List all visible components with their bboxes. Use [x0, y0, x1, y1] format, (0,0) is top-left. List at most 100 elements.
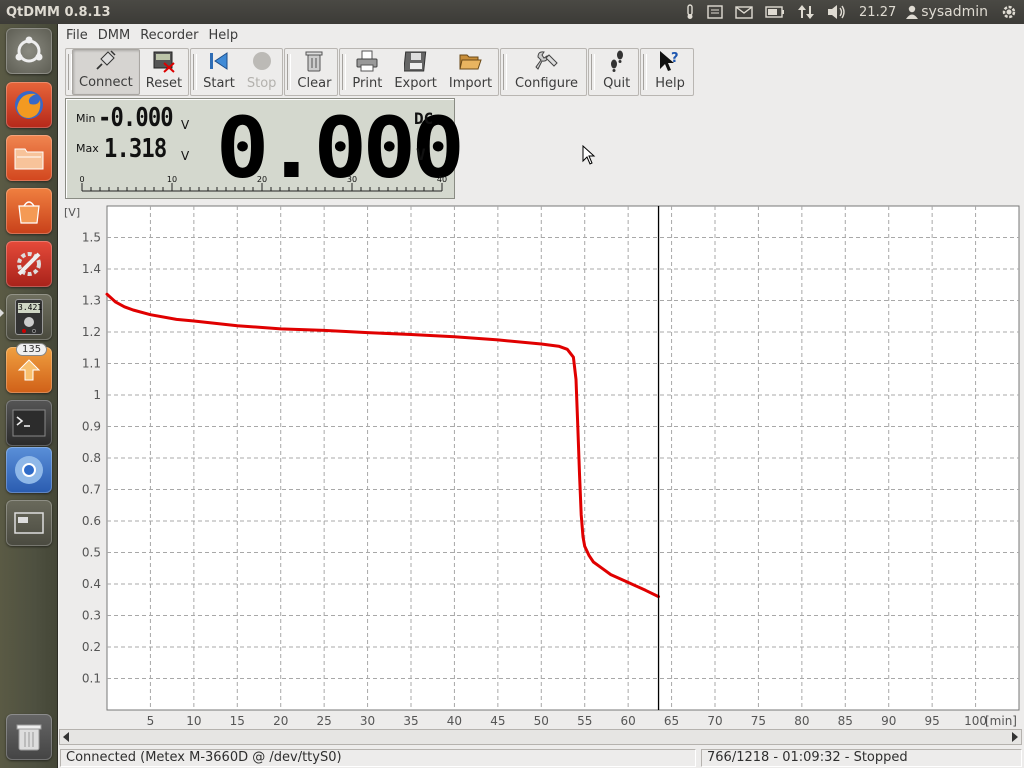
- print-button[interactable]: Print: [346, 49, 388, 95]
- toolbar-group-connection: Connect Reset: [65, 48, 190, 96]
- y-tick-label: 1.3: [82, 294, 101, 308]
- chromium-launcher[interactable]: [6, 447, 52, 493]
- battery-icon[interactable]: [759, 0, 791, 24]
- y-tick-label: 0.8: [82, 451, 101, 465]
- reset-label: Reset: [145, 76, 183, 91]
- voltage-chart: 0.1 0.2 0.3 0.4 0.5 0.6 0.7 0.8 0.9 1 1.1 1.2 1.3 1.4…: [64, 205, 1020, 728]
- user-menu[interactable]: sysadmin: [904, 0, 994, 24]
- y-tick-label: 0.2: [82, 640, 101, 654]
- reset-button[interactable]: Reset: [140, 49, 188, 95]
- thermometer-icon[interactable]: [679, 0, 701, 24]
- max-value: 1.318: [104, 134, 167, 164]
- start-label: Start: [203, 76, 235, 91]
- max-label: Max: [76, 142, 99, 155]
- indicator-area: 21.27 sysadmin: [679, 0, 1024, 24]
- horizontal-scrollbar[interactable]: [59, 729, 1022, 745]
- multimeter-icon: 3.421: [15, 299, 43, 335]
- x-tick-label: 55: [577, 714, 592, 728]
- recorder-plot: 0.1 0.2 0.3 0.4 0.5 0.6 0.7 0.8 0.9 1 1.1 1.2 1.3 1.4…: [60, 202, 1023, 750]
- volume-icon[interactable]: [821, 0, 853, 24]
- trash-icon: [302, 49, 326, 73]
- max-unit: V: [181, 149, 190, 163]
- configure-button[interactable]: Configure: [507, 49, 586, 95]
- update-manager-launcher[interactable]: 135: [6, 343, 52, 393]
- mail-icon[interactable]: [729, 0, 759, 24]
- connect-label: Connect: [79, 75, 133, 90]
- y-tick-label: 1.2: [82, 325, 101, 339]
- menu-recorder[interactable]: Recorder: [135, 28, 203, 43]
- clear-button[interactable]: Clear: [291, 49, 337, 95]
- x-tick-label: 25: [317, 714, 332, 728]
- menu-help[interactable]: Help: [203, 28, 243, 43]
- power-gear-icon[interactable]: [994, 0, 1024, 24]
- import-label: Import: [448, 76, 493, 91]
- menu-dmm[interactable]: DMM: [93, 28, 135, 43]
- y-tick-label: 1: [93, 388, 101, 402]
- plug-icon: [94, 48, 118, 72]
- toolbar-group-recorder: Start Stop: [190, 48, 284, 96]
- network-icon[interactable]: [791, 0, 821, 24]
- y-tick-label: 0.7: [82, 483, 101, 497]
- x-tick-label: 95: [925, 714, 940, 728]
- min-unit: V: [181, 118, 190, 132]
- toolbar-group-quit: Quit: [588, 48, 640, 96]
- multimeter-display: 3.421: [18, 303, 43, 313]
- x-tick-label: 45: [490, 714, 505, 728]
- scroll-right-arrow-icon[interactable]: [1012, 732, 1018, 742]
- menu-file[interactable]: File: [61, 28, 93, 43]
- x-tick-label: 80: [794, 714, 809, 728]
- firefox-launcher[interactable]: [6, 82, 52, 128]
- terminal-launcher[interactable]: [6, 400, 52, 446]
- stop-label: Stop: [246, 76, 277, 91]
- x-tick-label: 40: [447, 714, 462, 728]
- printer-icon: [355, 49, 379, 73]
- quit-label: Quit: [603, 76, 631, 91]
- stop-button[interactable]: Stop: [241, 49, 283, 95]
- x-tick-label: 75: [751, 714, 766, 728]
- trash-launcher[interactable]: [6, 714, 52, 760]
- workspace-switcher-launcher[interactable]: [6, 500, 52, 546]
- scale-label: 30: [347, 175, 357, 184]
- qtdmm-launcher[interactable]: 3.421: [6, 294, 52, 340]
- help-button[interactable]: ? Help: [647, 49, 693, 95]
- x-tick-label: 15: [230, 714, 245, 728]
- export-label: Export: [394, 76, 437, 91]
- system-settings-launcher[interactable]: [6, 241, 52, 287]
- quit-button[interactable]: Quit: [595, 49, 638, 95]
- start-button[interactable]: Start: [197, 49, 241, 95]
- software-center-launcher[interactable]: [6, 188, 52, 234]
- scale-label: 20: [257, 175, 267, 184]
- x-tick-label: 30: [360, 714, 375, 728]
- mouse-cursor-icon: [582, 145, 596, 165]
- start-icon: [207, 49, 231, 73]
- toolbar-group-configure: Configure: [500, 48, 588, 96]
- terminal-icon: [12, 409, 46, 437]
- export-button[interactable]: Export: [388, 49, 443, 95]
- status-bar: Connected (Metex M-3660D @ /dev/ttyS0) 7…: [59, 748, 1024, 768]
- y-tick-label: 0.1: [82, 672, 101, 686]
- menubar: File DMM Recorder Help: [59, 24, 1024, 46]
- running-indicator: [0, 309, 4, 317]
- files-launcher[interactable]: [6, 135, 52, 181]
- min-value: -0.000: [98, 103, 174, 133]
- user-name: sysadmin: [921, 4, 988, 20]
- y-tick-label: 0.5: [82, 546, 101, 560]
- lcd-display: Min -0.000 V Max 1.318 V 0.000 DC V 0 10 2…: [65, 98, 465, 199]
- keyboard-icon[interactable]: [701, 0, 729, 24]
- folder-icon: [14, 148, 44, 170]
- y-tick-label: 1.1: [82, 357, 101, 371]
- toolbar: Connect Reset Start Stop Clear Print Exp…: [65, 48, 695, 96]
- x-axis-label: [min]: [985, 714, 1017, 728]
- scale-label: 40: [437, 175, 447, 184]
- connect-button[interactable]: Connect: [72, 49, 140, 95]
- scroll-left-arrow-icon[interactable]: [63, 732, 69, 742]
- dash-home-button[interactable]: [6, 28, 52, 74]
- x-tick-label: 85: [838, 714, 853, 728]
- toolbar-group-clear: Clear: [284, 48, 339, 96]
- clock[interactable]: 21.27: [853, 0, 904, 24]
- import-button[interactable]: Import: [443, 49, 498, 95]
- trash-bin-icon: [16, 724, 42, 751]
- stop-icon: [250, 49, 274, 73]
- min-label: Min: [76, 112, 96, 125]
- y-tick-label: 0.9: [82, 420, 101, 434]
